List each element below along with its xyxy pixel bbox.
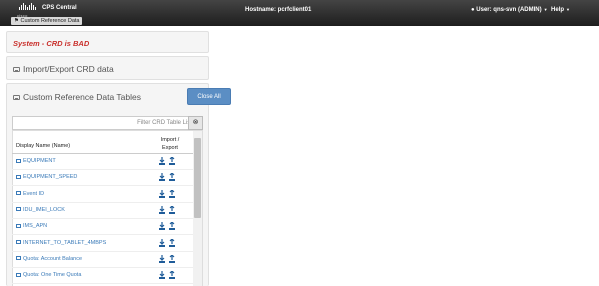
import-export-title-text: Import/Export CRD data [23,64,114,74]
help-menu[interactable]: Help ▼ [551,7,570,13]
export-icon[interactable] [169,173,175,182]
table-icon [16,256,21,261]
column-header-import-export-line2: Export [162,145,178,151]
import-icon[interactable] [159,173,165,182]
table-row: Quota: Account Balance [12,252,193,268]
table-icon [16,191,21,196]
crd-table-name: IDU_IMEI_LOCK [23,206,65,213]
table-icon [16,240,21,244]
export-icon[interactable] [169,189,175,198]
export-icon[interactable] [169,222,175,231]
crd-table-name: Quota: One Time Quota [23,272,82,279]
import-export-title[interactable]: Import/Export CRD data [13,64,114,74]
column-header-import-export-line1: Import / [160,137,180,143]
table-row: Event ID [12,187,193,203]
close-all-button[interactable]: Close All [187,88,231,105]
import-export-panel[interactable]: Import/Export CRD data [6,56,209,80]
crd-table-name: IMS_APN [23,223,48,230]
table-row: IDU_IMEI_LOCK [12,203,193,219]
user-menu-label: User: qns-svn (ADMIN) [476,7,542,13]
circle-x-icon: ⊗ [192,119,199,126]
import-icon[interactable] [159,189,165,198]
table-icon [16,207,21,212]
export-icon[interactable] [169,157,175,165]
import-icon[interactable] [159,222,165,231]
hostname-label: Hostname: pcrfclient01 [245,7,312,13]
clear-filter-button[interactable]: ⊗ [188,116,203,130]
import-icon[interactable] [159,205,165,214]
caret-down-icon: ▼ [543,7,548,12]
crd-table-name: INTERNET_TO_TABLET_4MBPS [23,239,107,246]
table-icon [16,223,21,228]
user-menu[interactable]: ● User: qns-svn (ADMIN) ▼ [471,7,548,13]
table-icon [16,272,21,277]
breadcrumb[interactable]: ⚑ Custom Reference Data [11,17,83,25]
system-status-panel: System - CRD is BAD [6,31,209,53]
crd-table-link[interactable]: Quota: One Time Quota [16,272,81,278]
table-icon [16,174,21,179]
import-icon[interactable] [159,238,165,247]
crd-table-link[interactable]: Quota: Account Balance [16,256,82,262]
table-icon [16,158,21,163]
table-row: INTERNET_TO_TABLET_4MBPS [12,236,193,252]
table-scrollbar-thumb[interactable] [194,138,201,218]
column-header-display-name: Display Name (Name) [16,143,71,149]
import-icon[interactable] [159,157,165,165]
app-title[interactable]: CPS Central [42,5,77,11]
crd-table-link[interactable]: INTERNET_TO_TABLET_4MBPS [16,240,106,246]
table-row: Quota: One Time Quota [12,268,193,285]
import-icon[interactable] [159,254,165,263]
top-navbar: cisco CPS Central ⚑ Custom Reference Dat… [0,0,599,26]
breadcrumb-label: Custom Reference Data [20,18,80,24]
crd-table-name: EQUIPMENT_SPEED [23,174,78,181]
crd-tables-title-text: Custom Reference Data Tables [23,92,141,102]
export-icon[interactable] [169,238,175,247]
user-icon: ● [471,7,475,13]
crd-table-name: EQUIPMENT [23,158,56,164]
crd-table-link[interactable]: EQUIPMENT_SPEED [16,174,77,180]
crd-table-link[interactable]: EQUIPMENT [16,158,56,164]
hdd-icon [13,67,20,72]
crd-table-link[interactable]: IDU_IMEI_LOCK [16,207,65,213]
crd-table-link[interactable]: Event ID [16,191,44,197]
crd-table-link[interactable]: IMS_APN [16,223,47,229]
help-menu-label: Help [551,7,565,13]
export-icon[interactable] [169,205,175,214]
crd-tables-title[interactable]: Custom Reference Data Tables [13,92,141,102]
filter-crd-table-input[interactable]: Filter CRD Table List [12,116,198,130]
crd-table-name: Event ID [23,190,45,197]
crd-status-text: System - CRD is BAD [13,39,90,48]
hdd-icon [13,95,20,100]
crd-table-name: Quota: Account Balance [23,255,83,262]
table-row: IMS_APN [12,219,193,236]
import-icon[interactable] [159,271,165,280]
export-icon[interactable] [169,254,175,263]
column-header-import-export: Import / Export [158,136,182,152]
export-icon[interactable] [169,271,175,280]
table-row: EQUIPMENT_SPEED [12,170,193,187]
table-row: EQUIPMENT [12,154,193,170]
caret-down-icon: ▼ [566,7,570,12]
home-icon: ⚑ [14,18,19,24]
